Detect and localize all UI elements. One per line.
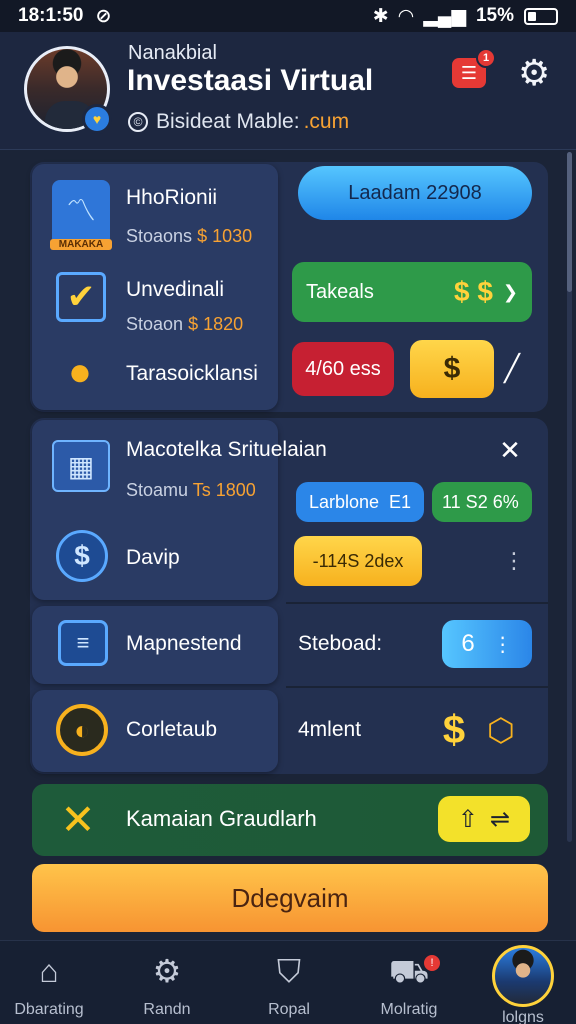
main-cta-button[interactable]: Ddegvaim	[32, 864, 548, 932]
chat-icon: ≡	[58, 620, 108, 666]
divider	[286, 686, 548, 688]
dollar-icon: $	[442, 707, 466, 752]
scrollbar[interactable]	[567, 152, 572, 842]
green-status-pill[interactable]: Takeals $ $ ❯	[292, 262, 532, 322]
site-prefix: Bisideat Mable:	[156, 110, 300, 133]
item-title: HhoRionii	[126, 186, 218, 209]
gear-icon: ⚙	[152, 953, 182, 989]
green-value-pill[interactable]: 11 S2 6%	[432, 482, 532, 522]
document-notification-button[interactable]: ☰ 1	[452, 48, 496, 88]
box-icon: ⬡	[487, 712, 515, 748]
close-tool-icon[interactable]: ✕	[494, 434, 526, 466]
app-status-icon: ⊘	[95, 5, 112, 27]
app-header: ♥ Nanakbial Investaasi Virtual © Bisidea…	[0, 32, 576, 150]
item-title: Mapnestend	[126, 632, 242, 655]
chart-app-icon: 〽 MAKAKA	[50, 180, 112, 250]
page-title: Investaasi Virtual	[127, 64, 374, 97]
item-right-label: Steboad:	[298, 632, 383, 655]
dollar-circle-icon: $	[56, 530, 108, 582]
inbox-icon: ⛟	[388, 953, 430, 989]
battery-icon	[524, 7, 558, 25]
item-title: Tarasoicklansi	[126, 362, 258, 385]
notification-badge: 1	[476, 48, 496, 68]
item-subtitle: Stoamu Ts 1800	[126, 480, 256, 500]
nav-item-messages[interactable]: ⛟ Molratig !	[354, 949, 464, 1019]
edit-icon[interactable]: ╱	[498, 352, 526, 384]
nav-profile-avatar[interactable]	[492, 945, 554, 1007]
expand-icon: ❯	[502, 281, 518, 302]
blue-value-pill[interactable]: Larblone E1	[296, 482, 424, 522]
site-line: © Bisideat Mable: .cum	[128, 110, 349, 134]
coins-icon: ●	[67, 349, 93, 394]
signal-icon: ▂▄▆	[423, 5, 466, 27]
yellow-coin-button[interactable]: $	[410, 340, 494, 398]
checklist-icon: ✔	[56, 272, 106, 322]
gear-icon[interactable]: ⚙	[518, 52, 550, 94]
shield-icon: ⛉	[276, 953, 301, 989]
more-options-icon: ⋮	[492, 633, 513, 656]
document-icon: ☰	[460, 62, 478, 83]
wifi-icon: ◠	[398, 5, 414, 27]
dollar-icon: $	[443, 352, 461, 385]
home-icon: ⌂	[39, 953, 59, 989]
header-small-label: Nanakbial	[128, 42, 217, 64]
status-bar: 18:1:50 ⊘ ✱ ◠ ▂▄▆ 15%	[0, 0, 576, 32]
bluetooth-icon: ✱	[372, 5, 389, 27]
divider	[286, 602, 548, 604]
yellow-value-pill[interactable]: -114S 2dex	[294, 536, 422, 586]
red-value-pill[interactable]: 4/60 ess	[292, 342, 394, 396]
banner-action-button[interactable]: ⇧ ⇌	[438, 796, 530, 842]
more-options-icon[interactable]: ⋮	[503, 548, 525, 574]
primary-action-button[interactable]: Laadam 22908	[298, 166, 532, 220]
battery-percent: 15%	[475, 5, 514, 26]
coin-circle-icon: ◐	[56, 704, 108, 756]
nav-item-settings[interactable]: ⚙ Randn	[112, 949, 222, 1019]
calculator-icon: ▦	[52, 440, 110, 492]
item-title: Unvedinali	[126, 278, 225, 301]
banner-title: Kamaian Graudlarh	[126, 806, 317, 831]
nav-item-home[interactable]: ⌂ Dbarating	[0, 949, 104, 1019]
item-subtitle: Stoaon $ 1820	[126, 314, 244, 334]
nav-item-profile-label: lolgns	[502, 1009, 544, 1024]
status-time: 18:1:50	[18, 5, 84, 26]
up-arrow-icon: ⇧	[457, 805, 478, 833]
item-title: Davip	[126, 546, 180, 569]
swap-icon: ⇌	[490, 805, 511, 833]
bottom-nav: ⌂ Dbarating ⚙ Randn ⛉ Ropal ⛟ Molratig !…	[0, 940, 576, 1024]
item-subtitle: Stoaons $ 1030	[126, 226, 253, 246]
nav-item-shield[interactable]: ⛉ Ropal	[234, 949, 344, 1019]
item-title: Macotelka Srituelaian	[126, 438, 327, 461]
nav-badge: !	[422, 953, 442, 973]
site-accent: .cum	[303, 110, 350, 133]
crossed-tools-icon: ✕	[60, 795, 96, 843]
item-right-label: 4mlent	[298, 718, 362, 741]
verified-badge-icon: ♥	[82, 104, 112, 134]
site-icon: ©	[128, 112, 148, 132]
item-title: Corletaub	[126, 718, 218, 741]
counter-button[interactable]: 6 ⋮	[442, 620, 532, 668]
